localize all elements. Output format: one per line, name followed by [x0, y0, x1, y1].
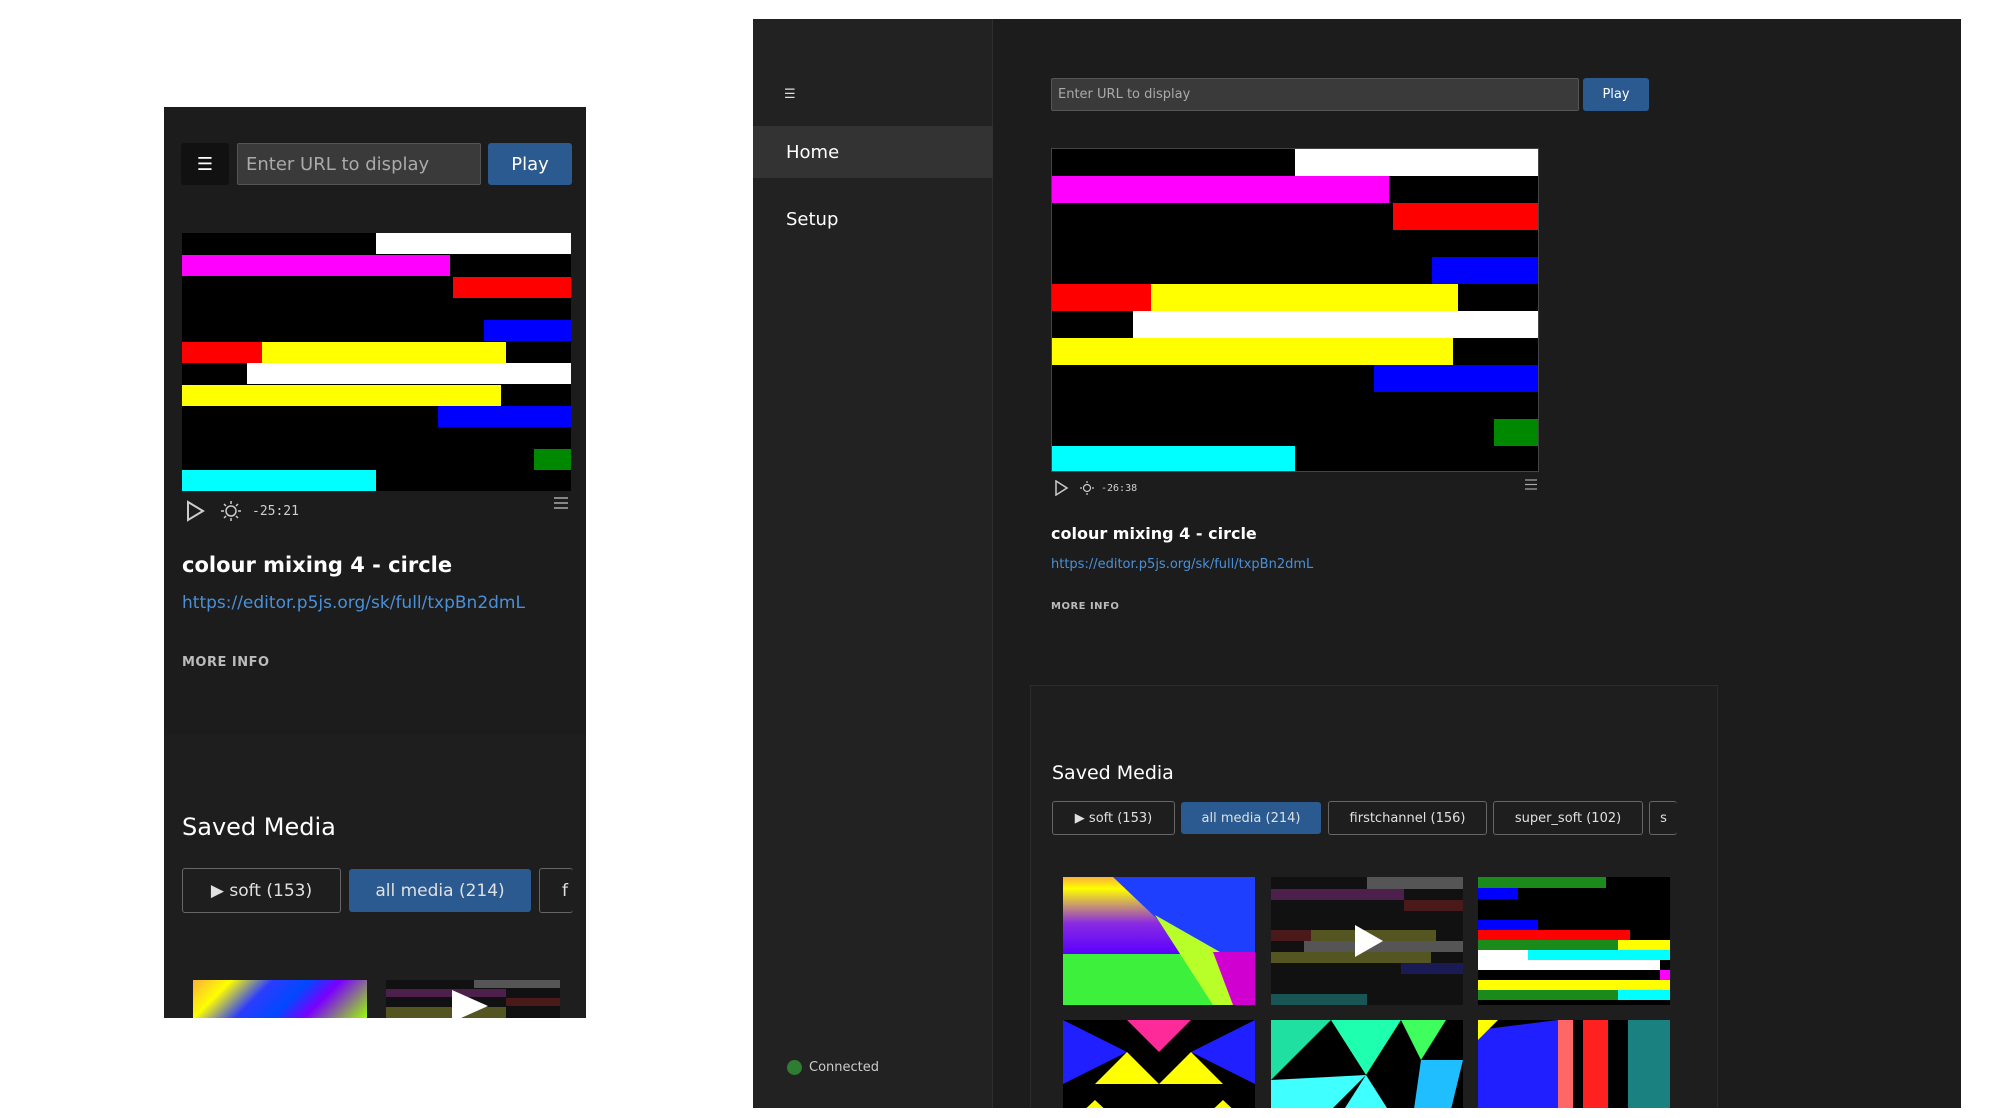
media-title: colour mixing 4 - circle: [1051, 524, 1257, 543]
media-thumbnail[interactable]: [1063, 1020, 1255, 1108]
chip-soft[interactable]: ▶ soft (153): [182, 868, 341, 913]
sidebar-item-setup[interactable]: Setup: [753, 193, 993, 245]
menu-button[interactable]: ☰: [181, 143, 229, 185]
media-title: colour mixing 4 - circle: [182, 553, 453, 577]
play-overlay-icon: [1355, 925, 1383, 957]
play-overlay-icon: [452, 990, 488, 1018]
media-thumbnail[interactable]: [386, 980, 560, 1018]
sidebar-item-home[interactable]: Home: [753, 126, 993, 178]
chip-super-soft[interactable]: super_soft (102): [1493, 801, 1643, 835]
media-url-link[interactable]: https://editor.p5js.org/sk/full/txpBn2dm…: [182, 593, 525, 613]
chip-firstchannel[interactable]: firstchannel (156): [1328, 801, 1487, 835]
saved-media-heading: Saved Media: [1052, 762, 1174, 784]
menu-icon: ☰: [784, 87, 796, 102]
mobile-view: ☰ Enter URL to display Play -25:21 colou…: [164, 107, 586, 1018]
player-controls: -26:38: [1053, 479, 1137, 497]
chip-soft[interactable]: ▶ soft (153): [1052, 801, 1175, 835]
chip-more[interactable]: s: [1649, 801, 1677, 835]
status-dot-icon: [787, 1060, 802, 1075]
more-info-button[interactable]: MORE INFO: [1051, 601, 1119, 612]
saved-media-panel: Saved Media ▶ soft (153) all media (214)…: [164, 735, 586, 1018]
sidebar: ☰ Home Setup Connected: [753, 19, 993, 1108]
connection-status: Connected: [787, 1060, 879, 1075]
status-text: Connected: [809, 1060, 880, 1075]
url-placeholder: Enter URL to display: [246, 153, 430, 175]
play-icon[interactable]: [1053, 480, 1069, 496]
url-input[interactable]: Enter URL to display: [1051, 78, 1579, 111]
media-preview[interactable]: [182, 233, 571, 491]
media-thumbnail[interactable]: [1063, 877, 1255, 1005]
time-remaining: -26:38: [1101, 482, 1138, 494]
more-info-button[interactable]: MORE INFO: [182, 655, 270, 670]
media-preview[interactable]: [1051, 148, 1539, 472]
menu-icon: ☰: [196, 153, 214, 175]
saved-media-panel: Saved Media ▶ soft (153) all media (214)…: [1030, 685, 1718, 1108]
brightness-icon[interactable]: [220, 500, 242, 522]
url-placeholder: Enter URL to display: [1058, 87, 1191, 102]
brightness-icon[interactable]: [1079, 480, 1095, 496]
media-url-link[interactable]: https://editor.p5js.org/sk/full/txpBn2dm…: [1051, 557, 1313, 572]
player-controls: -25:21: [184, 499, 573, 523]
media-thumbnail[interactable]: [1478, 1020, 1670, 1108]
desktop-view: ☰ Home Setup Connected Enter URL to disp…: [753, 19, 1961, 1108]
saved-media-heading: Saved Media: [182, 813, 336, 841]
media-thumbnail[interactable]: [1271, 877, 1463, 1005]
list-icon[interactable]: [1525, 479, 1537, 490]
sidebar-item-label: Setup: [786, 208, 839, 230]
play-button-label: Play: [511, 153, 549, 175]
media-thumbnail[interactable]: [193, 980, 367, 1018]
play-icon[interactable]: [184, 500, 206, 522]
menu-button[interactable]: ☰: [784, 87, 796, 102]
url-input[interactable]: Enter URL to display: [237, 143, 481, 185]
chip-all-media[interactable]: all media (214): [349, 869, 531, 912]
sidebar-item-label: Home: [786, 141, 840, 163]
play-button[interactable]: Play: [1583, 78, 1649, 111]
play-button[interactable]: Play: [488, 143, 572, 185]
play-button-label: Play: [1602, 87, 1630, 102]
chip-all-media[interactable]: all media (214): [1181, 802, 1321, 834]
media-thumbnail[interactable]: [1271, 1020, 1463, 1108]
list-icon[interactable]: [553, 496, 569, 510]
media-thumbnail[interactable]: [1478, 877, 1670, 1005]
time-remaining: -25:21: [252, 503, 299, 519]
chip-firstchannel[interactable]: f: [539, 868, 573, 913]
